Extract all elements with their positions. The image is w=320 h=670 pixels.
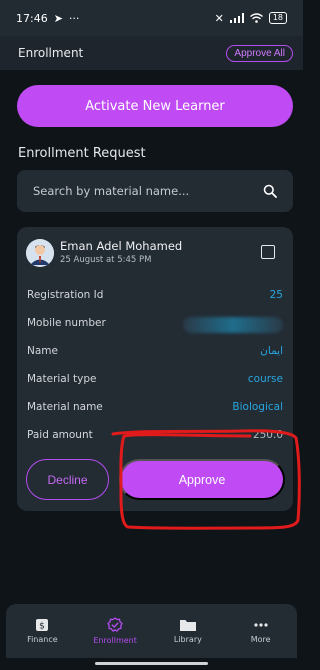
search-placeholder: Search by material name... <box>33 184 190 198</box>
svg-text:$: $ <box>40 622 46 632</box>
search-input[interactable]: Search by material name... <box>17 170 293 212</box>
row-label: Material name <box>27 401 103 413</box>
row-value: course <box>247 373 283 385</box>
registration-id-row: Registration Id 25 <box>27 289 283 301</box>
material-type-row: Material type course <box>27 373 283 385</box>
nav-more[interactable]: More <box>226 618 296 644</box>
enrollment-icon <box>107 617 123 632</box>
finance-icon: $ <box>36 619 49 632</box>
row-label: Name <box>27 345 58 357</box>
wifi-icon <box>249 13 263 23</box>
material-name-row: Material name Biological <box>27 401 283 413</box>
masked-phone-number <box>183 317 283 333</box>
mobile-number-row: Mobile number <box>27 317 283 333</box>
row-label: Paid amount <box>27 429 93 441</box>
section-title: Enrollment Request <box>18 146 146 161</box>
row-label: Mobile number <box>27 317 106 329</box>
decline-button[interactable]: Decline <box>26 459 109 500</box>
nav-finance[interactable]: $ Finance <box>7 618 77 644</box>
learner-name: Eman Adel Mohamed <box>60 239 183 253</box>
row-value: ايمان <box>260 345 283 357</box>
navigation-arrow-icon: ➤ <box>53 11 63 25</box>
home-indicator[interactable] <box>95 662 208 665</box>
paid-amount-row: Paid amount 250.0 <box>27 429 283 441</box>
status-right: ✕ 18 <box>215 12 287 25</box>
avatar <box>26 239 54 267</box>
nav-label: Finance <box>27 635 58 644</box>
status-left: 17:46 ➤ ··· <box>16 12 79 25</box>
nav-library[interactable]: Library <box>153 618 223 644</box>
activate-new-learner-button[interactable]: Activate New Learner <box>17 85 293 127</box>
row-label: Registration Id <box>27 289 104 301</box>
name-row: Name ايمان <box>27 345 283 357</box>
more-icon <box>254 623 268 627</box>
row-value: 250.0 <box>252 429 283 441</box>
page-title: Enrollment <box>18 46 84 60</box>
status-time: 17:46 <box>16 11 48 25</box>
battery-indicator: 18 <box>268 12 287 24</box>
nav-label: More <box>250 635 271 644</box>
enrollment-request-card: Eman Adel Mohamed 25 August at 5:45 PM R… <box>17 227 293 511</box>
data-saver-icon: ✕ <box>214 11 224 25</box>
status-bar: 17:46 ➤ ··· ✕ 18 <box>0 0 303 36</box>
signal-icon <box>229 13 244 23</box>
search-icon[interactable] <box>263 184 277 198</box>
app-header: Enrollment Approve All <box>0 36 303 70</box>
nav-enrollment[interactable]: Enrollment <box>80 617 150 645</box>
folder-icon <box>179 620 196 631</box>
approve-all-button[interactable]: Approve All <box>226 44 293 62</box>
nav-label: Enrollment <box>93 636 137 645</box>
select-checkbox[interactable] <box>261 245 275 259</box>
row-value: 25 <box>269 289 283 301</box>
nav-label: Library <box>173 635 202 644</box>
user-avatar-icon <box>26 239 54 267</box>
row-value: Biological <box>232 401 283 413</box>
bottom-navigation: $ Finance Enrollment Library More <box>6 604 297 658</box>
approve-button[interactable]: Approve <box>119 459 285 500</box>
row-label: Material type <box>27 373 97 385</box>
request-date: 25 August at 5:45 PM <box>60 255 152 265</box>
more-notifications-icon: ··· <box>68 11 80 25</box>
